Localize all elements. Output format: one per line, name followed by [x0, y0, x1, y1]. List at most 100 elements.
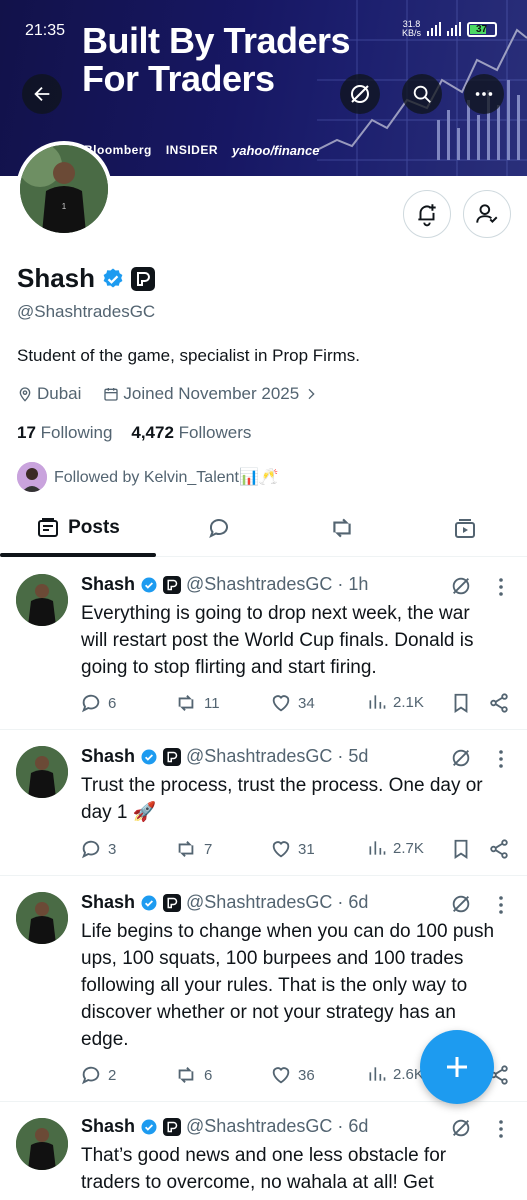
verified-icon[interactable] [101, 267, 125, 291]
post-avatar[interactable] [16, 574, 68, 626]
tab-posts[interactable]: Posts [0, 500, 156, 556]
post-author[interactable]: Shash [81, 892, 135, 913]
like-count: 36 [298, 1066, 315, 1084]
post-time: · 6d [337, 1116, 369, 1136]
post-author[interactable]: Shash [81, 1116, 135, 1137]
post-text: That’s good news and one less obstacle f… [81, 1145, 447, 1193]
verified-icon [141, 1119, 157, 1134]
network-speed: 31.8 KB/s [402, 20, 421, 38]
reply-button[interactable]: 2 [80, 1064, 116, 1086]
follow-counts: 17 Following 4,472 Followers [17, 423, 251, 443]
like-button[interactable]: 31 [270, 838, 315, 860]
location-text: Dubai [37, 384, 82, 403]
post-item[interactable]: Shash @ShashtradesGC · 5d Trust the proc… [0, 730, 527, 876]
post-more-icon[interactable] [494, 895, 508, 915]
views-button[interactable]: 2.6K [367, 1064, 424, 1084]
replies-icon [209, 519, 228, 539]
verified-icon [141, 577, 157, 592]
reply-count: 6 [108, 694, 117, 712]
back-button[interactable] [22, 74, 62, 114]
search-icon [413, 85, 431, 103]
share-icon[interactable] [488, 838, 510, 860]
post-more-icon[interactable] [494, 749, 508, 769]
post-handle: @ShashtradesGC [186, 746, 333, 766]
post-actions: 6 11 34 2.1K [80, 692, 510, 716]
repost-count: 6 [204, 1066, 213, 1084]
tab-replies[interactable] [156, 500, 282, 556]
reply-button[interactable]: 6 [80, 692, 116, 714]
post-handle: @ShashtradesGC [186, 1116, 333, 1136]
grok-button[interactable] [340, 74, 380, 114]
post-avatar[interactable] [16, 746, 68, 798]
tab-media[interactable] [402, 500, 527, 556]
share-icon[interactable] [488, 692, 510, 714]
more-icon [475, 92, 493, 96]
reply-button[interactable]: 3 [80, 838, 116, 860]
grok-icon[interactable] [450, 893, 472, 915]
views-icon [369, 1067, 386, 1081]
profile-avatar[interactable]: 1 [16, 141, 112, 237]
followers-link[interactable]: 4,472 Followers [131, 423, 251, 442]
repost-tab-icon [333, 518, 351, 538]
compose-button[interactable] [420, 1030, 494, 1104]
post-avatar[interactable] [16, 1118, 68, 1170]
follower-avatar [17, 462, 47, 492]
views-icon [369, 841, 386, 855]
post-item[interactable]: Shash @ShashtradesGC · 6d That’s good ne… [0, 1102, 527, 1200]
views-button[interactable]: 2.7K [367, 838, 424, 858]
grok-icon[interactable] [450, 575, 472, 597]
post-item[interactable]: Shash @ShashtradesGC · 1h Everything is … [0, 558, 527, 730]
affiliate-badge-icon [163, 575, 182, 594]
avatar-image: 1 [20, 145, 108, 233]
more-options-button[interactable] [464, 74, 504, 114]
chevron-right-icon [308, 388, 315, 400]
post-more-icon[interactable] [494, 577, 508, 597]
post-header: Shash @ShashtradesGC · 6d [81, 892, 368, 913]
post-more-icon[interactable] [494, 1119, 508, 1139]
post-author[interactable]: Shash [81, 746, 135, 767]
followers-count: 4,472 [131, 423, 174, 442]
tab-reposts[interactable] [282, 500, 402, 556]
post-handle: @ShashtradesGC [186, 892, 333, 912]
grok-icon[interactable] [450, 747, 472, 769]
joined-date[interactable]: Joined November 2025 [103, 384, 319, 404]
post-text: Everything is going to drop next week, t… [81, 603, 474, 678]
bookmark-icon[interactable] [451, 838, 471, 860]
following-button[interactable] [463, 190, 511, 238]
views-button[interactable]: 2.1K [367, 692, 424, 712]
affiliate-badge-icon [163, 1117, 182, 1136]
like-icon [272, 1067, 290, 1084]
post-header: Shash @ShashtradesGC · 1h [81, 574, 368, 595]
followed-by[interactable]: Followed by Kelvin_Talent📊🥂 [17, 462, 279, 492]
search-button[interactable] [402, 74, 442, 114]
profile-tabs: Posts [0, 500, 527, 557]
like-icon [272, 841, 290, 858]
post-author[interactable]: Shash [81, 574, 135, 595]
repost-button[interactable]: 7 [174, 838, 212, 860]
status-bar: 21:35 31.8 KB/s 37 [0, 18, 527, 42]
grok-icon[interactable] [450, 1117, 472, 1139]
profile-handle: @ShashtradesGC [17, 302, 156, 321]
affiliate-badge-icon[interactable] [131, 266, 156, 291]
repost-button[interactable]: 6 [174, 1064, 212, 1086]
banner-title-line2: For Traders [82, 58, 275, 99]
affiliate-badge-icon [163, 893, 182, 912]
affiliate-badge-icon [163, 747, 182, 766]
reply-count: 2 [108, 1066, 117, 1084]
reply-icon [81, 694, 100, 713]
following-link[interactable]: 17 Following [17, 423, 112, 442]
bookmark-icon[interactable] [451, 692, 471, 714]
profile-name: Shash [17, 263, 156, 294]
svg-text:1: 1 [62, 202, 67, 211]
grok-icon [351, 85, 369, 103]
post-avatar[interactable] [16, 892, 68, 944]
tab-active-indicator [0, 553, 156, 557]
like-button[interactable]: 34 [270, 692, 315, 714]
battery-icon: 37 [467, 21, 497, 37]
post-text: Life begins to change when you can do 10… [81, 921, 495, 1050]
like-button[interactable]: 36 [270, 1064, 315, 1086]
repost-button[interactable]: 11 [174, 692, 220, 714]
notify-button[interactable] [403, 190, 451, 238]
signal-icon [427, 22, 441, 36]
repost-count: 7 [204, 840, 213, 858]
